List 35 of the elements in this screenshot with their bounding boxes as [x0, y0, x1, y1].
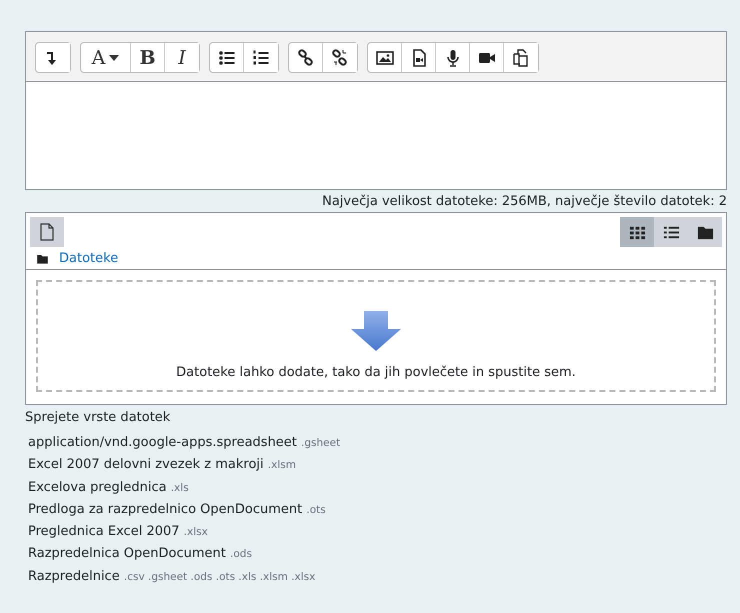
- drop-hint: Datoteke lahko dodate, tako da jih povlečete in spustite sem.: [176, 365, 576, 380]
- add-file-button[interactable]: [30, 217, 64, 247]
- bullet-list-button[interactable]: [210, 43, 244, 72]
- file-extension: .xls: [170, 482, 189, 494]
- file-type-name: Preglednica Excel 2007: [28, 524, 180, 540]
- file-type-name: Excelova preglednica: [28, 480, 167, 495]
- font-button[interactable]: A: [81, 43, 131, 72]
- file-extension: .gsheet: [301, 437, 340, 449]
- view-button[interactable]: [620, 217, 654, 247]
- accepted-types-title: Sprejete vrste datotek: [25, 409, 172, 427]
- file-type-name: Predloga za razpredelnico OpenDocument: [28, 502, 302, 517]
- copy-icon: [512, 48, 530, 66]
- image-icon: [376, 48, 394, 66]
- down-arrow-icon: [351, 311, 401, 351]
- file-type-name: Razpredelnica OpenDocument: [28, 546, 226, 562]
- file-type-name: Excel 2007 delovni zvezek z makroji: [28, 457, 264, 472]
- unlink-icon: [331, 48, 349, 66]
- file-limit-note: Največja velikost datoteke: 256MB, največje število datotek: 2: [321, 193, 727, 211]
- drop-zone[interactable]: Datoteke lahko dodate, tako da jih povlečete in spustite sem.: [36, 280, 716, 392]
- file-extension: .csv .gsheet .ods .ots .xls .xlsm .xlsx: [124, 570, 316, 583]
- file-icon: [39, 223, 55, 241]
- folder-icon: [36, 252, 49, 264]
- bullet-list-icon: [218, 48, 236, 66]
- folder-link[interactable]: Datoteke: [59, 251, 118, 266]
- link-button[interactable]: [289, 43, 323, 72]
- file-extension: .xlsm: [268, 459, 296, 472]
- file-extension: .xlsx: [184, 526, 208, 538]
- caret-icon: [109, 54, 120, 60]
- file-extension: .ods: [230, 548, 252, 560]
- file-type-name: application/vnd.google-apps.spreadsheet: [28, 435, 297, 450]
- image-button[interactable]: [368, 43, 402, 72]
- file-type-name: Razpredelnice: [28, 568, 120, 584]
- file-extension: .ots: [306, 504, 326, 516]
- link-icon: [296, 48, 314, 66]
- numbered-list-icon: [252, 48, 270, 66]
